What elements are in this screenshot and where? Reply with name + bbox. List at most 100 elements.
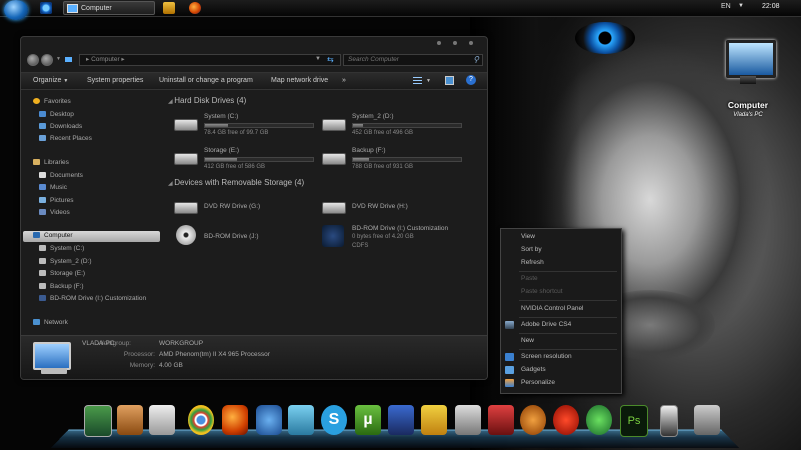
nav-favorites-label: Favorites [44,98,71,105]
dock-iphone-icon[interactable] [660,405,678,437]
nav-network[interactable]: Network [33,318,68,328]
ctx-new[interactable]: New [521,336,534,346]
workgroup-label: Workgroup: [97,340,131,347]
drive-icon [39,258,46,265]
ctx-screen-resolution[interactable]: Screen resolution [521,352,572,362]
removable-group-header[interactable]: ◢ Devices with Removable Storage (4) [168,178,304,187]
dock-skype-icon[interactable]: S [321,405,347,435]
uninstall-program-button[interactable]: Uninstall or change a program [159,77,253,84]
dock-photoshop-icon[interactable]: Ps [620,405,648,437]
nav-videos[interactable]: Videos [39,208,70,218]
nav-storage-e[interactable]: Storage (E:) [39,269,85,279]
drive-storage-e[interactable]: Storage (E:) 412 GB free of 586 GB [174,145,324,179]
maximize-button[interactable] [453,41,457,45]
forward-button[interactable] [41,54,53,66]
drive-bdrom-i[interactable]: BD-ROM Drive (I:) Customization 0 bytes … [322,225,472,259]
dock-desktop-icon[interactable] [84,405,112,437]
dock-orb-icon[interactable] [553,405,579,435]
ctx-refresh[interactable]: Refresh [521,258,544,268]
nav-music[interactable]: Music [39,183,67,193]
drive-name: System (C:) [204,113,239,120]
dock-folder-icon[interactable] [117,405,143,435]
network-icon [33,319,40,326]
preview-pane-icon[interactable] [445,76,454,85]
drive-usage-fill [353,124,363,127]
hdd-header-label: Hard Disk Drives (4) [174,96,247,105]
dock-photos-icon[interactable] [149,405,175,435]
nav-pictures-label: Pictures [50,197,74,204]
map-network-drive-button[interactable]: Map network drive [271,77,328,84]
explorer-window: ▼ ▸ Computer ▸ ▼ ⇆ Search Computer ⚲ Org… [20,36,488,380]
nav-pictures[interactable]: Pictures [39,196,73,206]
ctx-personalize[interactable]: Personalize [521,378,555,388]
system-properties-button[interactable]: System properties [87,77,143,84]
hard-drive-icon [174,119,198,131]
nav-downloads[interactable]: Downloads [39,122,82,132]
minimize-button[interactable] [437,41,441,45]
drive-backup-f[interactable]: Backup (F:) 788 GB free of 931 GB [322,145,472,179]
history-dropdown-icon[interactable]: ▼ [56,56,61,62]
hard-disk-group-header[interactable]: ◢ Hard Disk Drives (4) [168,96,246,105]
libraries-icon [33,159,40,166]
drive-name: DVD RW Drive (G:) [204,203,261,210]
ctx-adobe-drive[interactable]: Adobe Drive CS4 [521,320,571,330]
drive-system2-d[interactable]: System_2 (D:) 452 GB free of 496 GB [322,111,472,145]
ctx-sort-by[interactable]: Sort by [521,245,542,255]
dock-messenger-icon[interactable] [288,405,314,435]
ctx-paste[interactable]: Paste [521,274,538,284]
taskbar-explorer-button[interactable]: Computer [63,1,155,15]
nav-bdrom-i[interactable]: BD-ROM Drive (I:) Customization [39,294,146,304]
dock-chrome-icon[interactable] [188,405,214,435]
view-options-icon[interactable] [413,77,422,84]
nav-system-c[interactable]: System (C:) [39,244,84,254]
dock-tools-icon[interactable] [694,405,720,435]
clock[interactable]: 22:08 [762,3,780,10]
ctx-nvidia[interactable]: NVIDIA Control Panel [521,304,584,314]
address-dropdown-icon[interactable]: ▼ [315,56,321,62]
more-commands-button[interactable]: » [342,77,346,84]
dock-video-icon[interactable] [388,405,414,435]
refresh-icon[interactable]: ⇆ [327,55,334,64]
desktop-computer-shortcut[interactable]: Computer Vlada's PC [716,40,780,120]
nav-favorites[interactable]: Favorites [33,97,71,107]
dock-utorrent-icon[interactable]: µ [355,405,381,435]
dock-satellite-icon[interactable] [455,405,481,435]
ctx-paste-shortcut[interactable]: Paste shortcut [521,287,563,297]
search-input[interactable]: Search Computer ⚲ [343,54,483,66]
dock-winamp-icon[interactable] [421,405,447,435]
drive-bdrom-j[interactable]: BD-ROM Drive (J:) [174,225,324,259]
breadcrumb-computer[interactable]: Computer [91,56,120,63]
nav-libraries[interactable]: Libraries [33,158,69,168]
view-dropdown-icon[interactable]: ▼ [426,78,431,84]
tray-arrow-icon[interactable]: ▼ [738,3,744,9]
dock-calendar-icon[interactable] [488,405,514,435]
ctx-gadgets[interactable]: Gadgets [521,365,546,375]
taskbar-window-label: Computer [81,4,112,12]
pictures-icon [39,197,46,204]
back-button[interactable] [27,54,39,66]
nav-recent-places[interactable]: Recent Places [39,134,92,144]
dock-thunderbird-icon[interactable] [256,405,282,435]
ctx-view[interactable]: View [521,232,535,242]
drive-free-space: 412 GB free of 586 GB [204,164,266,170]
drive-system-c[interactable]: System (C:) 78.4 GB free of 99.7 GB [174,111,324,145]
dock-firefox-icon[interactable] [222,405,248,435]
address-bar[interactable]: ▸ Computer ▸ [79,54,341,66]
media-taskbar-icon[interactable] [163,2,175,14]
nav-backup-f[interactable]: Backup (F:) [39,282,84,292]
nav-computer[interactable]: Computer [33,231,73,241]
help-icon[interactable]: ? [466,75,476,85]
firefox-taskbar-icon[interactable] [189,2,201,14]
language-indicator[interactable]: EN [721,3,731,10]
start-button[interactable] [4,0,28,20]
computer-icon [67,3,78,13]
window-titlebar[interactable] [21,37,487,53]
nav-desktop[interactable]: Desktop [39,110,74,120]
nav-documents[interactable]: Documents [39,171,83,181]
close-button[interactable] [469,41,473,45]
ie-taskbar-icon[interactable] [40,2,52,14]
dock-globe-icon[interactable] [586,405,612,435]
organize-button[interactable]: Organize ▼ [33,77,68,84]
nav-system2-d[interactable]: System_2 (D:) [39,257,92,267]
dock-media-player-icon[interactable] [520,405,546,435]
